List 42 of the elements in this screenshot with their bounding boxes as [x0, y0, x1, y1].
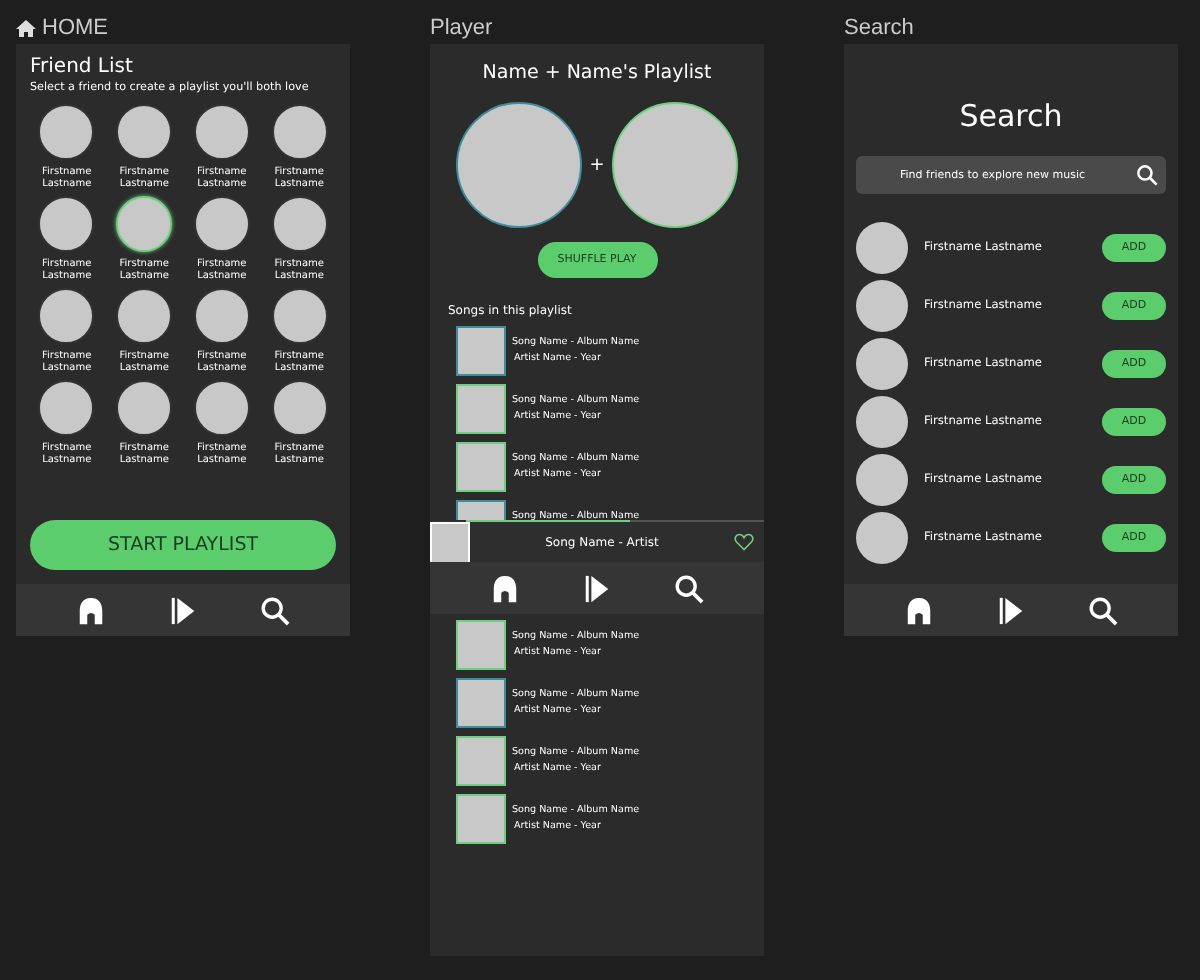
plus-sign: + — [589, 155, 605, 175]
search-icon[interactable] — [674, 573, 705, 603]
friend-avatar[interactable] — [193, 380, 250, 436]
heart-icon[interactable] — [734, 532, 754, 552]
artboard-label: HOME — [42, 15, 108, 39]
friend-avatar[interactable] — [271, 196, 328, 252]
friend-avatar[interactable] — [271, 288, 328, 344]
friend-avatar[interactable] — [193, 288, 250, 344]
friend-avatar[interactable] — [38, 288, 95, 344]
friend-avatar[interactable] — [38, 196, 95, 252]
start-playlist-button[interactable]: START PLAYLIST — [30, 520, 336, 570]
friend-avatar[interactable] — [116, 104, 173, 160]
friend-avatar — [856, 280, 908, 332]
friend-avatar — [856, 396, 908, 448]
artboard-label: Player — [430, 15, 493, 39]
friend-avatar — [856, 512, 908, 564]
friend-avatar[interactable] — [116, 288, 173, 344]
friend-avatar[interactable] — [38, 380, 95, 436]
home-icon[interactable] — [903, 595, 934, 625]
play-icon[interactable] — [167, 595, 198, 625]
friend-avatar[interactable] — [116, 380, 173, 436]
friend-avatar[interactable] — [193, 196, 250, 252]
home-icon[interactable] — [75, 595, 106, 625]
play-icon[interactable] — [995, 595, 1026, 625]
screen-title: Search — [957, 96, 1065, 134]
friend-avatar — [856, 338, 908, 390]
friend-avatar[interactable] — [271, 380, 328, 436]
search-icon[interactable] — [1088, 595, 1119, 625]
playlist-title: Name + Name's Playlist — [480, 60, 714, 84]
artboard-label: Search — [844, 15, 914, 39]
play-icon[interactable] — [581, 573, 612, 603]
friend-avatar[interactable] — [116, 196, 173, 252]
friend-avatar[interactable] — [193, 104, 250, 160]
friend-avatar — [856, 454, 908, 506]
friend-avatar[interactable] — [271, 104, 328, 160]
friend-avatar — [856, 222, 908, 274]
house-icon — [16, 17, 36, 37]
screen-title: Friend List — [28, 54, 135, 78]
search-icon[interactable] — [260, 595, 291, 625]
search-icon[interactable] — [1136, 164, 1158, 186]
home-icon[interactable] — [489, 573, 520, 603]
friend-avatar[interactable] — [38, 104, 95, 160]
